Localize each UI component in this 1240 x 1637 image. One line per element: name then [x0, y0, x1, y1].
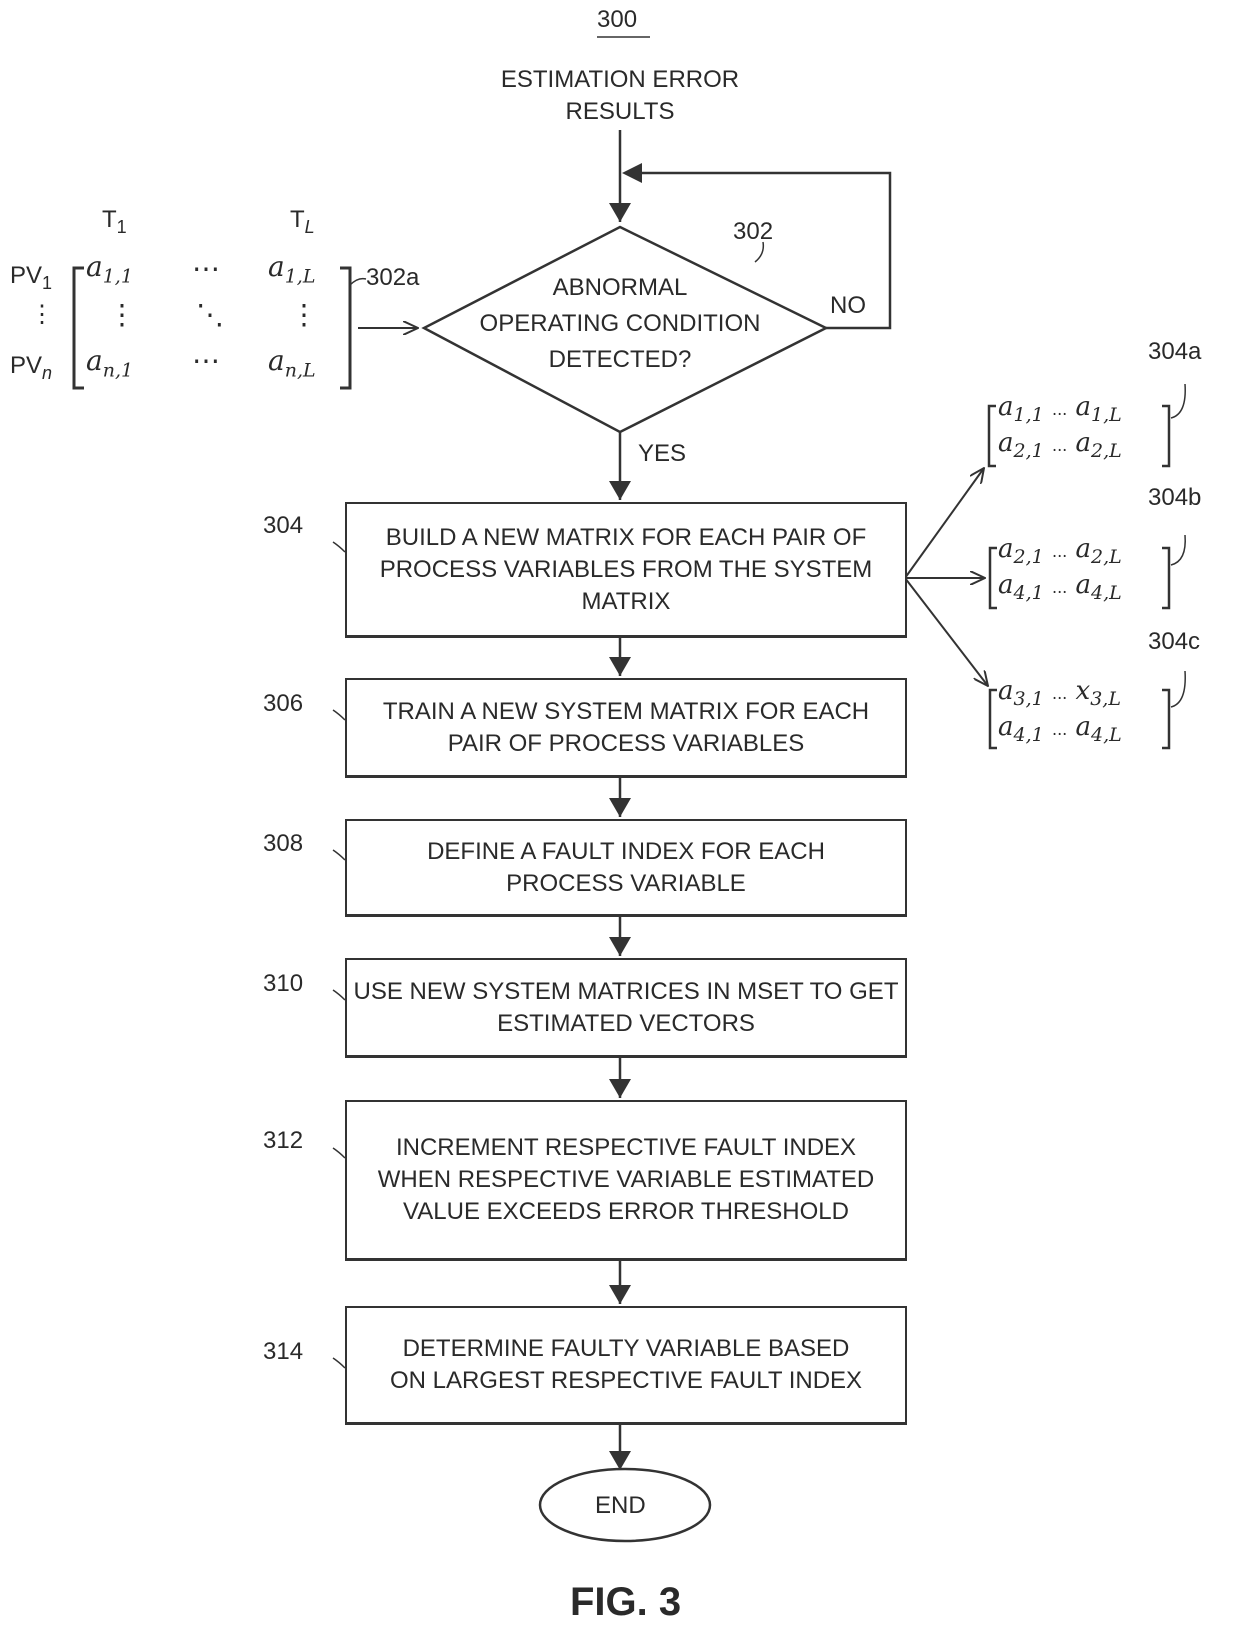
step-text-306: TRAIN A NEW SYSTEM MATRIX FOR EACH PAIR … — [382, 697, 870, 757]
step-ref-304: 304 — [263, 512, 304, 539]
end-label: END — [595, 1492, 646, 1519]
arrowhead-decision-top — [609, 203, 631, 222]
matrix-cell-1-1: a1,1 — [86, 250, 133, 288]
decision-no-label: NO — [830, 292, 866, 319]
step-ref-306: 306 — [263, 690, 304, 717]
step-box-304: BUILD A NEW MATRIX FOR EACH PAIR OF PROC… — [345, 502, 907, 638]
matrix-304b-row-1: a2,1 ... a2,L — [998, 534, 1122, 569]
step-ref-312: 312 — [263, 1127, 304, 1154]
arrowhead-308 — [609, 798, 631, 817]
leader-306 — [332, 709, 346, 721]
step-box-306: TRAIN A NEW SYSTEM MATRIX FOR EACH PAIR … — [345, 678, 907, 778]
decision-yes-label: YES — [638, 440, 687, 467]
start-label-line2: RESULTS — [565, 98, 675, 125]
step-box-308: DEFINE A FAULT INDEX FOR EACH PROCESS VA… — [345, 819, 907, 917]
matrix-304a-left-bracket — [987, 404, 996, 468]
matrix-cell-n-L: an,L — [268, 344, 316, 382]
matrix-304b-left-bracket — [988, 546, 997, 610]
matrix-304a-row-2: a2,1 ... a2,L — [998, 428, 1122, 463]
leader-304c — [1170, 670, 1186, 708]
matrix-row-dots: ⋮ — [30, 301, 54, 328]
figure-caption: FIG. 3 — [570, 1580, 682, 1624]
arrow-304-to-304a — [904, 468, 984, 579]
matrix-304a-right-bracket — [1162, 404, 1171, 468]
step-text-314: DETERMINE FAULTY VARIABLE BASED ON LARGE… — [389, 1335, 863, 1394]
leader-314 — [332, 1357, 346, 1369]
matrix-304c-right-bracket — [1162, 688, 1171, 750]
matrix-mid-diag-dots: ⋱ — [196, 298, 224, 331]
leader-308 — [332, 849, 346, 861]
step-ref-308: 308 — [263, 830, 304, 857]
leader-304b — [1170, 534, 1186, 566]
step-text-310: USE NEW SYSTEM MATRICES IN MSET TO GET E… — [353, 977, 899, 1037]
matrix-mid-right-dots: ⋮ — [290, 298, 318, 331]
step-text-304: BUILD A NEW MATRIX FOR EACH PAIR OF PROC… — [379, 523, 873, 615]
step-ref-314: 314 — [263, 1338, 304, 1365]
arrowhead-314 — [609, 1285, 631, 1304]
decision-text: ABNORMAL OPERATING CONDITION DETECTED? — [450, 270, 790, 378]
step-box-310: USE NEW SYSTEM MATRICES IN MSET TO GET E… — [345, 958, 907, 1058]
arrowhead-no-loop — [622, 163, 642, 183]
leader-304 — [332, 541, 346, 553]
matrix-col-last-header: TL — [290, 206, 315, 237]
matrix-304c-left-bracket — [988, 688, 997, 750]
step-text-308: DEFINE A FAULT INDEX FOR EACH PROCESS VA… — [427, 837, 825, 897]
arrowhead-310 — [609, 937, 631, 956]
matrix-304c-row-2: a4,1 ... a4,L — [998, 712, 1122, 747]
decision-line3: DETECTED? — [548, 346, 692, 373]
system-matrix-right-bracket — [340, 266, 352, 390]
matrix-304b-row-2: a4,1 ... a4,L — [998, 570, 1122, 605]
matrix-row-first-header: PV1 — [10, 262, 53, 293]
start-label: ESTIMATION ERROR RESULTS — [470, 64, 770, 128]
system-matrix-ref: 302a — [366, 264, 420, 291]
matrix-304a-row-1: a1,1 ... a1,L — [998, 392, 1122, 427]
arrowhead-304 — [609, 481, 631, 500]
step-box-314: DETERMINE FAULTY VARIABLE BASED ON LARGE… — [345, 1306, 907, 1425]
step-ref-310: 310 — [263, 970, 304, 997]
leader-304a — [1170, 383, 1186, 419]
figure-ref-number: 300 — [597, 6, 638, 33]
matrix-304a-ref: 304a — [1148, 338, 1202, 365]
system-matrix-left-bracket — [72, 266, 84, 390]
arrowhead-312 — [609, 1079, 631, 1098]
matrix-304b-right-bracket — [1162, 546, 1171, 610]
arrowhead-end — [609, 1451, 631, 1470]
arrow-304-to-304c — [904, 577, 988, 686]
decision-line2: OPERATING CONDITION — [479, 310, 761, 337]
decision-line1: ABNORMAL — [552, 274, 688, 301]
matrix-cell-1-L: a1,L — [268, 250, 316, 288]
matrix-bottom-dots: ⋯ — [192, 344, 220, 377]
step-box-312: INCREMENT RESPECTIVE FAULT INDEX WHEN RE… — [345, 1100, 907, 1261]
matrix-col-first-header: T1 — [102, 206, 127, 237]
step-text-312: INCREMENT RESPECTIVE FAULT INDEX WHEN RE… — [377, 1134, 875, 1225]
leader-310 — [332, 989, 346, 1001]
leader-312 — [332, 1147, 346, 1159]
matrix-cell-n-1: an,1 — [86, 344, 134, 382]
matrix-304c-ref: 304c — [1148, 628, 1201, 655]
arrowhead-306 — [609, 657, 631, 676]
matrix-304c-row-1: a3,1 ... x3,L — [998, 676, 1121, 711]
leader-302a — [349, 277, 367, 286]
matrix-row-last-header: PVn — [10, 352, 53, 383]
matrix-top-dots: ⋯ — [192, 252, 220, 285]
matrix-304b-ref: 304b — [1148, 484, 1202, 511]
decision-ref: 302 — [733, 218, 774, 245]
matrix-mid-left-dots: ⋮ — [108, 298, 136, 331]
start-label-line1: ESTIMATION ERROR — [500, 66, 740, 93]
